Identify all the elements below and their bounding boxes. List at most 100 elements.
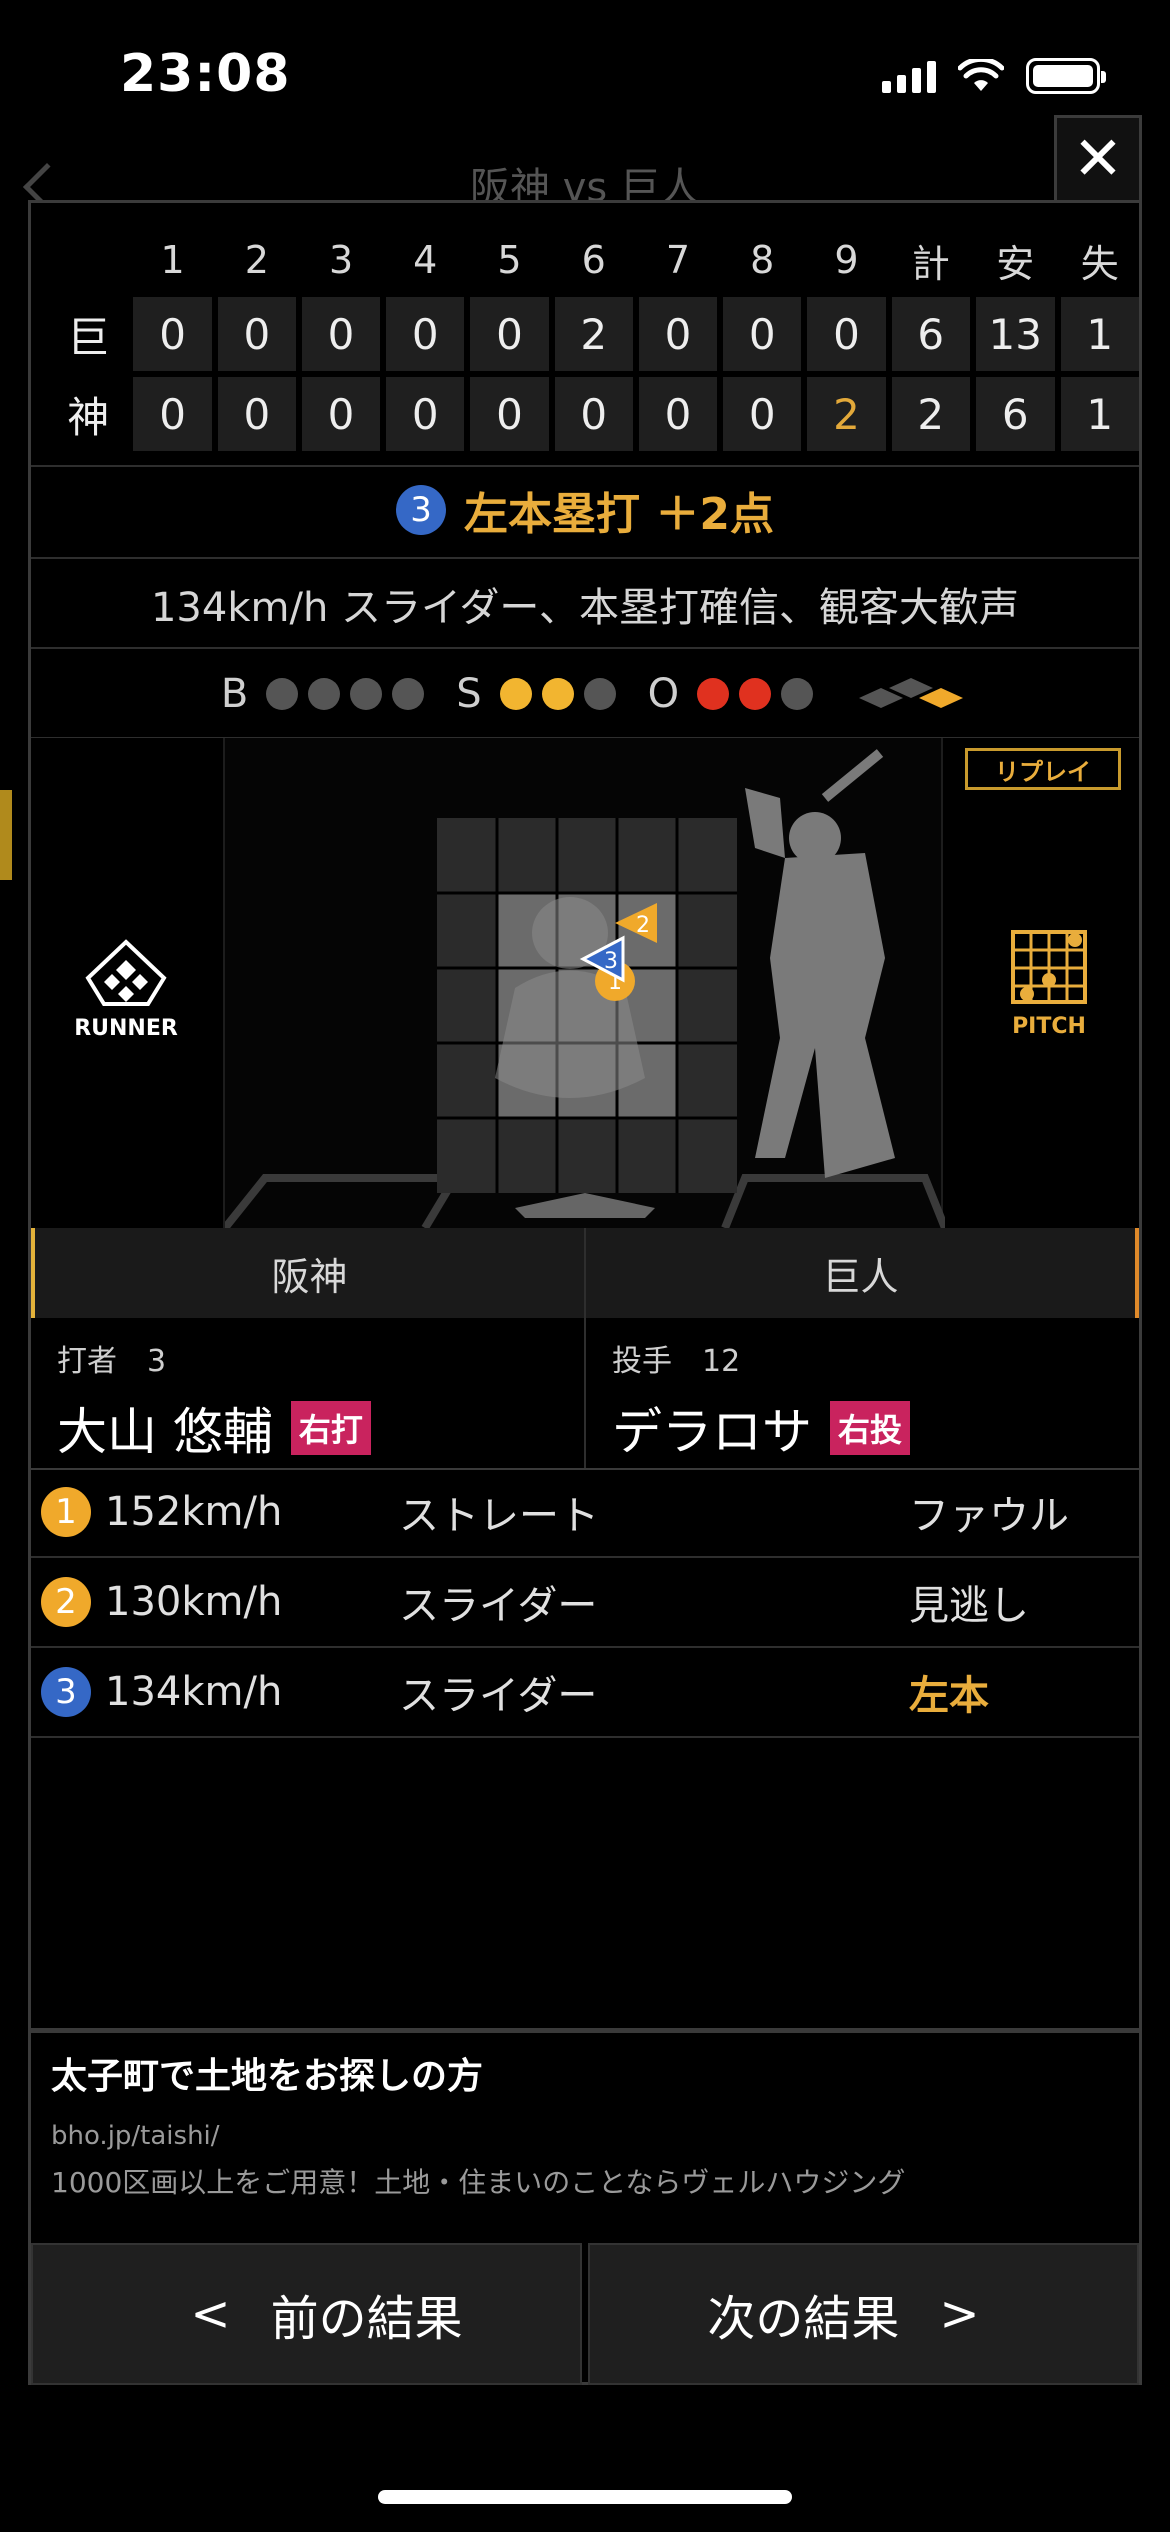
pitcher-info[interactable]: 投手 12 デラロサ 右投 xyxy=(586,1318,1139,1468)
inning-header: 9 xyxy=(834,238,859,282)
inning-header: 安 xyxy=(996,241,1035,286)
next-result-button[interactable]: 次の結果 > xyxy=(588,2243,1139,2385)
strike-zone-graphic: 1 2 3 xyxy=(221,749,949,1231)
strike-dot xyxy=(499,678,532,710)
pitch-marker-3: 3 xyxy=(604,949,618,974)
inning-header: 4 xyxy=(413,238,438,282)
score-cell: 6 xyxy=(975,377,1055,451)
score-cell: 0 xyxy=(301,377,381,451)
ball-label: B xyxy=(220,671,249,717)
inning-header: 8 xyxy=(750,238,775,282)
score-cell: 0 xyxy=(807,297,886,371)
batter-name: 大山 悠輔 xyxy=(57,1403,273,1461)
ball-dot xyxy=(350,678,383,710)
score-row: 巨 0 0 0 0 0 2 0 0 0 6 13 1 xyxy=(49,297,1139,371)
base-runner-icon xyxy=(859,678,964,708)
inning-header: 失 xyxy=(1080,241,1119,286)
signal-icon xyxy=(882,59,936,93)
play-number-badge: 3 xyxy=(396,485,447,535)
previous-result-button[interactable]: < 前の結果 xyxy=(31,2243,582,2385)
score-cell: 1 xyxy=(1060,377,1139,451)
pitch-speed: 130km/h xyxy=(105,1579,283,1625)
background-accent xyxy=(0,790,12,880)
pitch-button[interactable]: PITCH xyxy=(989,928,1109,1039)
previous-result-label: 前の結果 xyxy=(270,2291,463,2347)
scoreboard-header: 1 2 3 4 5 6 7 8 9 計 安失 xyxy=(49,229,1139,291)
out-dot xyxy=(781,678,814,710)
ad-url: bho.jp/taishi/ xyxy=(51,2121,220,2151)
score-cell: 0 xyxy=(386,377,465,451)
play-result: 3 左本塁打 ＋2点 xyxy=(31,465,1139,555)
pitch-marker-2: 2 xyxy=(636,913,650,938)
ball-count: B S O xyxy=(31,649,1139,739)
score-cell: 0 xyxy=(133,377,212,451)
pitch-type: スライダー xyxy=(399,1673,598,1719)
pitch-row[interactable]: 2 130km/h スライダー 見逃し xyxy=(31,1558,1139,1648)
batter-info[interactable]: 打者 3 大山 悠輔 右打 xyxy=(31,1318,586,1468)
score-cell: 0 xyxy=(723,297,802,371)
ad-title: 太子町で土地をお探しの方 xyxy=(51,2056,484,2097)
advertisement[interactable]: 太子町で土地をお探しの方 bho.jp/taishi/ 1000区画以上をご用意… xyxy=(31,2028,1139,2243)
pitch-speed: 134km/h xyxy=(105,1669,283,1715)
replay-button[interactable]: リプレイ xyxy=(965,748,1121,790)
pitcher-hand-badge: 右投 xyxy=(830,1401,911,1455)
score-cell: 2 xyxy=(891,377,970,451)
score-cell: 1 xyxy=(1060,297,1139,371)
play-description: 134km/h スライダー、本塁打確信、観客大歓声 xyxy=(150,585,1020,631)
matchup: 打者 3 大山 悠輔 右打 投手 12 デラロサ 右投 xyxy=(31,1318,1139,1468)
score-cell: 0 xyxy=(470,377,549,451)
chevron-left-icon: < xyxy=(190,2286,231,2342)
out-label: O xyxy=(647,671,680,717)
pitch-type: ストレート xyxy=(399,1493,599,1539)
inning-header: 7 xyxy=(665,238,691,282)
strike-label: S xyxy=(456,671,482,717)
diamond-icon xyxy=(85,939,167,1006)
strike-zone-area: 1 2 3 リプレイ xyxy=(221,738,1121,1231)
chevron-right-icon: > xyxy=(939,2286,980,2342)
team-abbrev: 神 xyxy=(67,392,110,442)
battery-icon xyxy=(1026,58,1106,94)
batter-role: 打者 3 xyxy=(57,1344,167,1379)
strike-dot xyxy=(541,678,574,710)
ad-description: 1000区画以上をご用意！土地・住まいのことならヴェルハウジング xyxy=(51,2166,906,2199)
pitch-list: 1 152km/h ストレート ファウル 2 130km/h スライダー 見逃し 3 134km/… xyxy=(31,1468,1139,1738)
wifi-icon xyxy=(958,59,1004,91)
score-cell: 0 xyxy=(554,377,633,451)
tab-home-team[interactable]: 阪神 xyxy=(31,1228,586,1318)
pitch-number-badge: 3 xyxy=(41,1667,91,1717)
pitch-result: ファウル xyxy=(909,1493,1069,1539)
home-indicator[interactable] xyxy=(378,2490,792,2504)
pitch-number-badge: 1 xyxy=(41,1487,91,1537)
runner-button[interactable]: RUNNER xyxy=(61,938,191,1041)
pitch-row[interactable]: 3 134km/h スライダー 左本 xyxy=(31,1648,1139,1738)
inning-header: 2 xyxy=(244,238,269,282)
strike-dot xyxy=(583,678,616,710)
score-cell: 0 xyxy=(470,297,549,371)
pitch-row[interactable]: 1 152km/h ストレート ファウル xyxy=(31,1468,1139,1558)
next-result-label: 次の結果 xyxy=(707,2291,900,2347)
pitch-grid-icon xyxy=(1011,930,1087,1004)
pitcher-role: 投手 12 xyxy=(612,1344,741,1379)
score-cell: 0 xyxy=(133,297,212,371)
out-dot xyxy=(697,678,730,710)
tab-away-team[interactable]: 巨人 xyxy=(586,1228,1139,1318)
score-cell: 2 xyxy=(554,297,633,371)
inning-header: 1 xyxy=(160,238,185,282)
score-cell: 0 xyxy=(301,297,381,371)
team-abbrev: 巨 xyxy=(67,312,110,362)
score-cell: 0 xyxy=(386,297,465,371)
close-button[interactable]: ✕ xyxy=(1054,115,1142,203)
score-cell: 0 xyxy=(217,377,296,451)
score-cell: 2 xyxy=(807,377,886,451)
pitch-result: 左本 xyxy=(909,1673,989,1719)
inning-header: 計 xyxy=(911,241,950,286)
scoreboard: 123456789計安失 巨 0 0 0 0 0 2 0 0 0 6 13 1 神 0 0 0 0 0 0 0 0 2 2 6 1 xyxy=(31,223,1145,457)
status-time: 23:08 xyxy=(120,44,291,104)
batter-hand-badge: 右打 xyxy=(290,1401,371,1455)
ball-dot xyxy=(308,678,341,710)
pitch-label: PITCH xyxy=(1012,1014,1086,1039)
result-navigation: < 前の結果 次の結果 > xyxy=(31,2243,1139,2385)
team-tabs: 阪神 巨人 xyxy=(31,1228,1139,1318)
score-cell: 0 xyxy=(723,377,802,451)
pitch-result: 見逃し xyxy=(909,1583,1029,1629)
